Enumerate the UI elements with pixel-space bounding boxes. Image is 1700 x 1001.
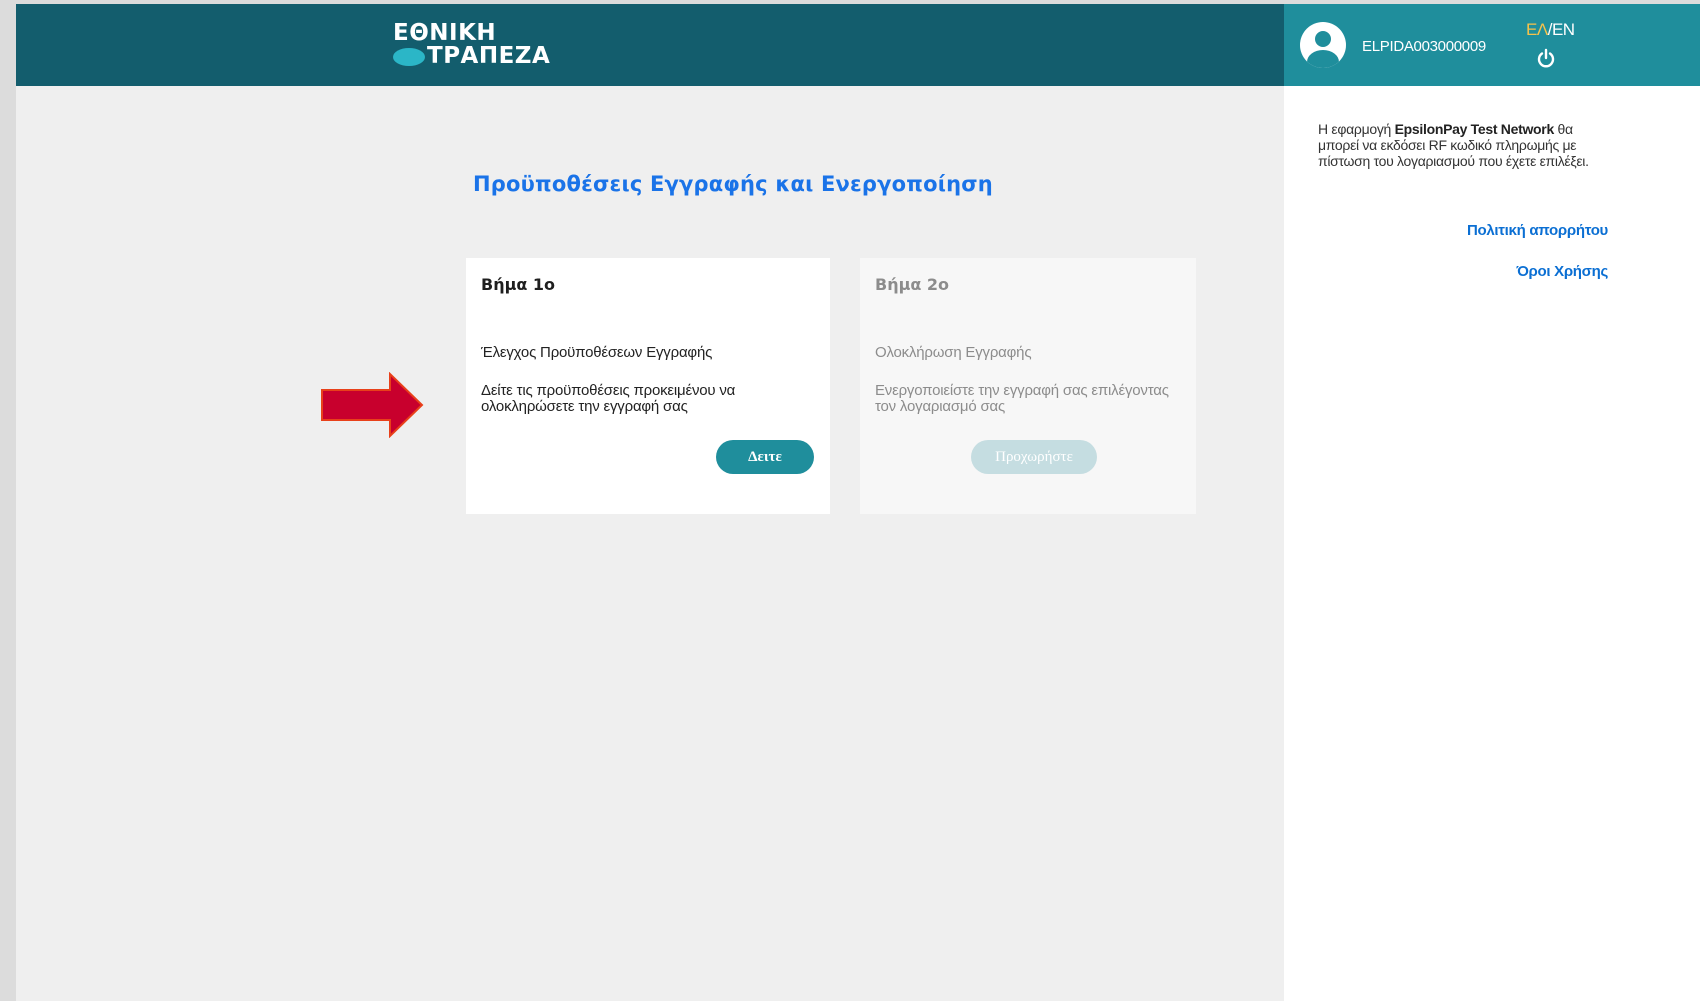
app-name: EpsilonPay Test Network	[1394, 121, 1555, 137]
step-1-description: Δείτε τις προϋποθέσεις προκειμένου να ολ…	[481, 382, 736, 415]
top-header: ΕΘΝΙΚΗ ΤΡΑΠΕΖΑ	[16, 4, 1284, 86]
language-switcher: ΕΛ/EN	[1526, 20, 1575, 40]
step-1-heading: Έλεγχος Προϋποθέσεων Εγγραφής	[481, 344, 713, 361]
bank-logo[interactable]: ΕΘΝΙΚΗ ΤΡΑΠΕΖΑ	[393, 22, 550, 68]
step-2-card: Βήμα 2ο Ολοκλήρωση Εγγραφής Ενεργοποιείσ…	[860, 258, 1196, 514]
username-label: ELPIDA003000009	[1362, 38, 1486, 55]
lang-el-option[interactable]: ΕΛ	[1526, 20, 1548, 39]
step-2-heading: Ολοκλήρωση Εγγραφής	[875, 344, 1032, 361]
see-button[interactable]: Δειτε	[716, 440, 814, 474]
privacy-policy-link[interactable]: Πολιτική απορρήτου	[1467, 222, 1608, 239]
power-logout-icon[interactable]	[1536, 48, 1556, 68]
red-arrow-annotation-icon	[321, 372, 424, 438]
info-sidebar: Η εφαρμογή EpsilonPay Test Network θα μπ…	[1284, 86, 1700, 1001]
page-title: Προϋποθέσεις Εγγραφής και Ενεργοποίηση	[473, 172, 993, 196]
logo-coin-icon	[393, 47, 425, 66]
logo-text-line1: ΕΘΝΙΚΗ	[393, 20, 497, 46]
user-bar: ELPIDA003000009 ΕΛ/EN	[1284, 4, 1700, 86]
proceed-button[interactable]: Προχωρήστε	[971, 440, 1097, 474]
step-1-label: Βήμα 1ο	[481, 275, 556, 294]
step-2-label: Βήμα 2ο	[875, 275, 950, 294]
logo-text-line2: ΤΡΑΠΕΖΑ	[427, 43, 551, 69]
step-1-card: Βήμα 1ο Έλεγχος Προϋποθέσεων Εγγραφής Δε…	[466, 258, 830, 514]
step-2-description: Ενεργοποιείστε την εγγραφή σας επιλέγοντ…	[875, 382, 1169, 415]
app-info-text: Η εφαρμογή EpsilonPay Test Network θα μπ…	[1318, 121, 1589, 169]
lang-en-option[interactable]: EN	[1552, 20, 1575, 39]
app-frame: ΕΘΝΙΚΗ ΤΡΑΠΕΖΑ ELPIDA003000009 ΕΛ/EN Η ε…	[16, 4, 1700, 1001]
terms-of-use-link[interactable]: Όροι Χρήσης	[1516, 263, 1608, 280]
user-avatar-icon[interactable]	[1300, 22, 1346, 68]
